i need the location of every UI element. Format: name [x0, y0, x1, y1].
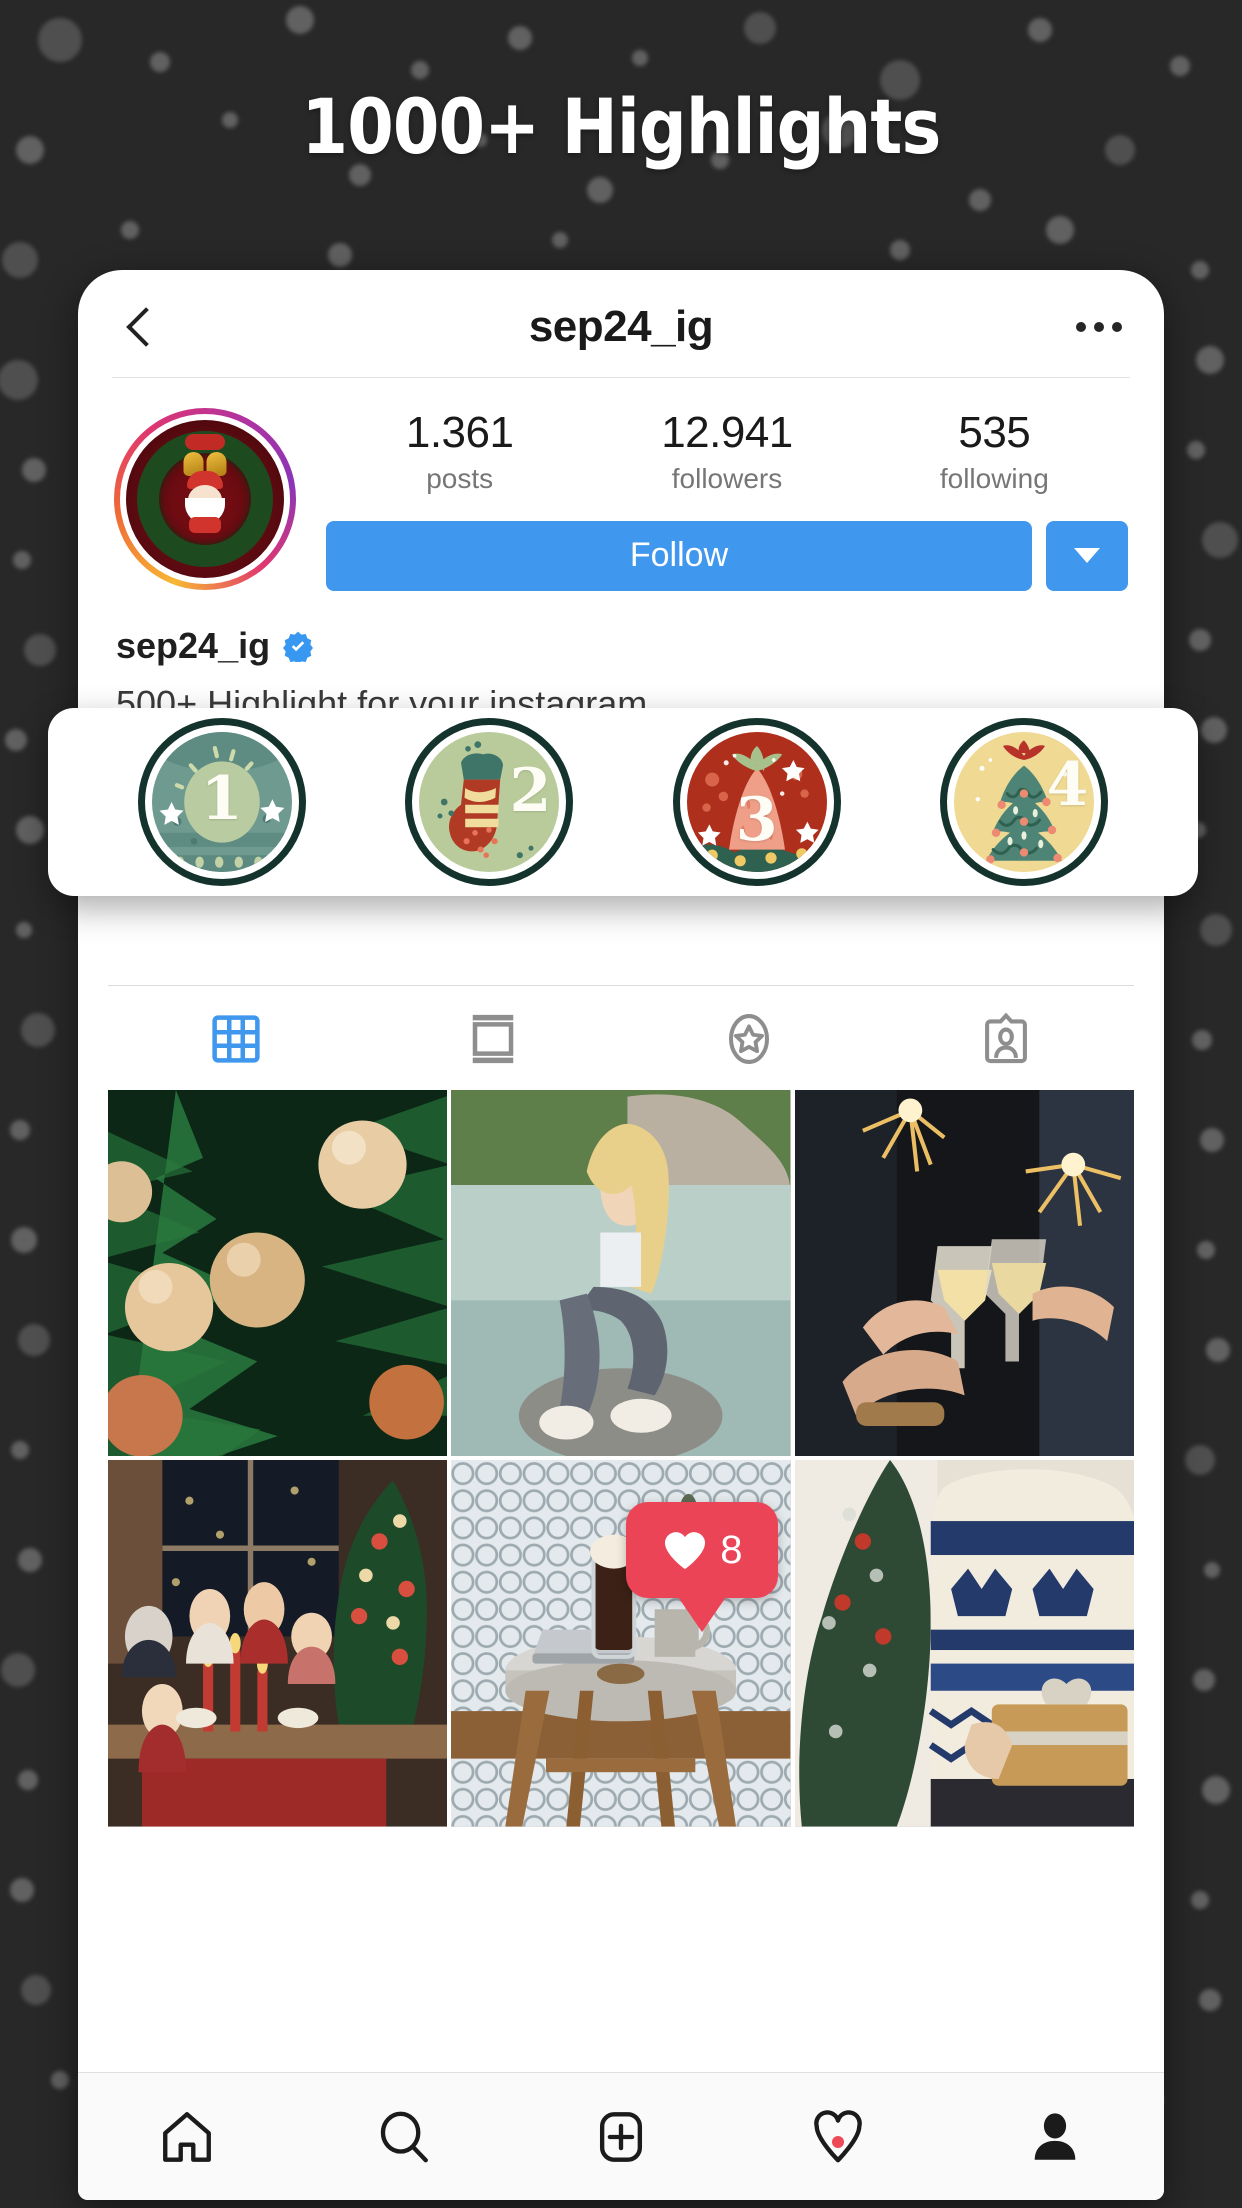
add-post-icon — [599, 2111, 643, 2162]
stat-label: followers — [671, 462, 783, 494]
highlight-item-4[interactable]: 4 — [940, 718, 1109, 886]
stat-following[interactable]: 535 following — [861, 408, 1128, 495]
display-name: sep24_ig — [116, 624, 271, 666]
promo-screenshot: 1000+ Highlights sep24_ig 1.361 posts 12… — [0, 0, 1242, 2208]
phone-mockup: sep24_ig 1.361 posts 12.941 followers 53… — [78, 270, 1164, 2200]
stat-followers[interactable]: 12.941 followers — [593, 408, 860, 495]
like-badge: 8 — [626, 1502, 779, 1599]
grid-post-woman-lake[interactable] — [451, 1089, 791, 1457]
heart-icon — [665, 1532, 706, 1570]
tab-saved[interactable] — [621, 1012, 878, 1066]
app-header: sep24_ig — [112, 290, 1130, 378]
display-name-row: sep24_ig — [116, 625, 1126, 667]
tab-tagged[interactable] — [878, 1012, 1135, 1066]
highlight-number-4: 4 — [1046, 750, 1089, 821]
stats-row: 1.361 posts 12.941 followers 535 followi… — [326, 408, 1128, 495]
page-title: 1000+ Highlights — [301, 82, 942, 171]
nav-activity[interactable] — [730, 2108, 947, 2166]
header-username: sep24_ig — [528, 301, 714, 351]
stat-posts[interactable]: 1.361 posts — [326, 408, 593, 495]
post-grid: 8 — [78, 1089, 1164, 1827]
bottom-navigation — [78, 2072, 1164, 2200]
highlight-item-2[interactable]: 2 — [405, 718, 574, 886]
reels-icon — [472, 1014, 513, 1063]
stat-label: posts — [426, 462, 494, 494]
highlight-cover-2: 2 — [419, 732, 560, 872]
highlight-number-3: 3 — [735, 785, 778, 856]
profile-actions: Follow — [326, 520, 1128, 591]
verified-badge-icon — [282, 630, 314, 662]
highlight-item-1[interactable]: 1 — [137, 718, 306, 886]
stat-value: 12.941 — [661, 408, 793, 457]
search-icon — [380, 2111, 428, 2162]
profile-icon — [1035, 2112, 1076, 2160]
highlight-cover-4: 4 — [954, 732, 1095, 872]
tab-reels[interactable] — [365, 1012, 622, 1066]
bio-section: sep24_ig 500+ Highlight for your instagr… — [78, 591, 1164, 725]
avatar[interactable] — [114, 408, 296, 590]
avatar-ring-gap — [120, 414, 290, 584]
grid-post-ornaments[interactable] — [108, 1089, 448, 1457]
tab-grid[interactable] — [108, 1012, 365, 1066]
grid-post-champagne-sparklers[interactable] — [794, 1089, 1134, 1457]
nav-profile[interactable] — [947, 2108, 1164, 2166]
highlights-card: 1 2 3 4 — [48, 708, 1198, 896]
grid-post-sweater-gift[interactable] — [794, 1460, 1134, 1827]
like-count: 8 — [720, 1527, 743, 1572]
stat-label: following — [939, 462, 1049, 494]
nav-search[interactable] — [295, 2108, 512, 2166]
bow-shape — [185, 434, 225, 451]
stat-value: 1.361 — [405, 408, 514, 457]
stat-value: 535 — [958, 408, 1031, 457]
nav-add-post[interactable] — [512, 2108, 729, 2166]
grid-post-family-dinner[interactable] — [108, 1460, 448, 1827]
profile-summary: 1.361 posts 12.941 followers 535 followi… — [78, 378, 1164, 591]
star-circle-icon — [729, 1013, 770, 1064]
santa-wreath-avatar-icon — [126, 420, 284, 578]
profile-tabs — [108, 984, 1135, 1090]
highlight-number-2: 2 — [509, 755, 552, 826]
stats-and-actions: 1.361 posts 12.941 followers 535 followi… — [296, 408, 1128, 591]
highlight-cover-3: 3 — [686, 732, 827, 872]
tagged-person-icon — [984, 1012, 1027, 1063]
nav-home[interactable] — [78, 2108, 295, 2166]
highlight-cover-1: 1 — [151, 732, 292, 872]
highlight-item-3[interactable]: 3 — [672, 718, 841, 886]
notification-dot — [832, 2135, 845, 2148]
grid-icon — [212, 1014, 260, 1063]
home-icon — [162, 2111, 211, 2162]
follow-button[interactable]: Follow — [326, 520, 1032, 591]
santa-shape — [179, 471, 231, 534]
chevron-down-icon[interactable] — [1046, 520, 1128, 591]
highlight-number-1: 1 — [200, 764, 243, 835]
